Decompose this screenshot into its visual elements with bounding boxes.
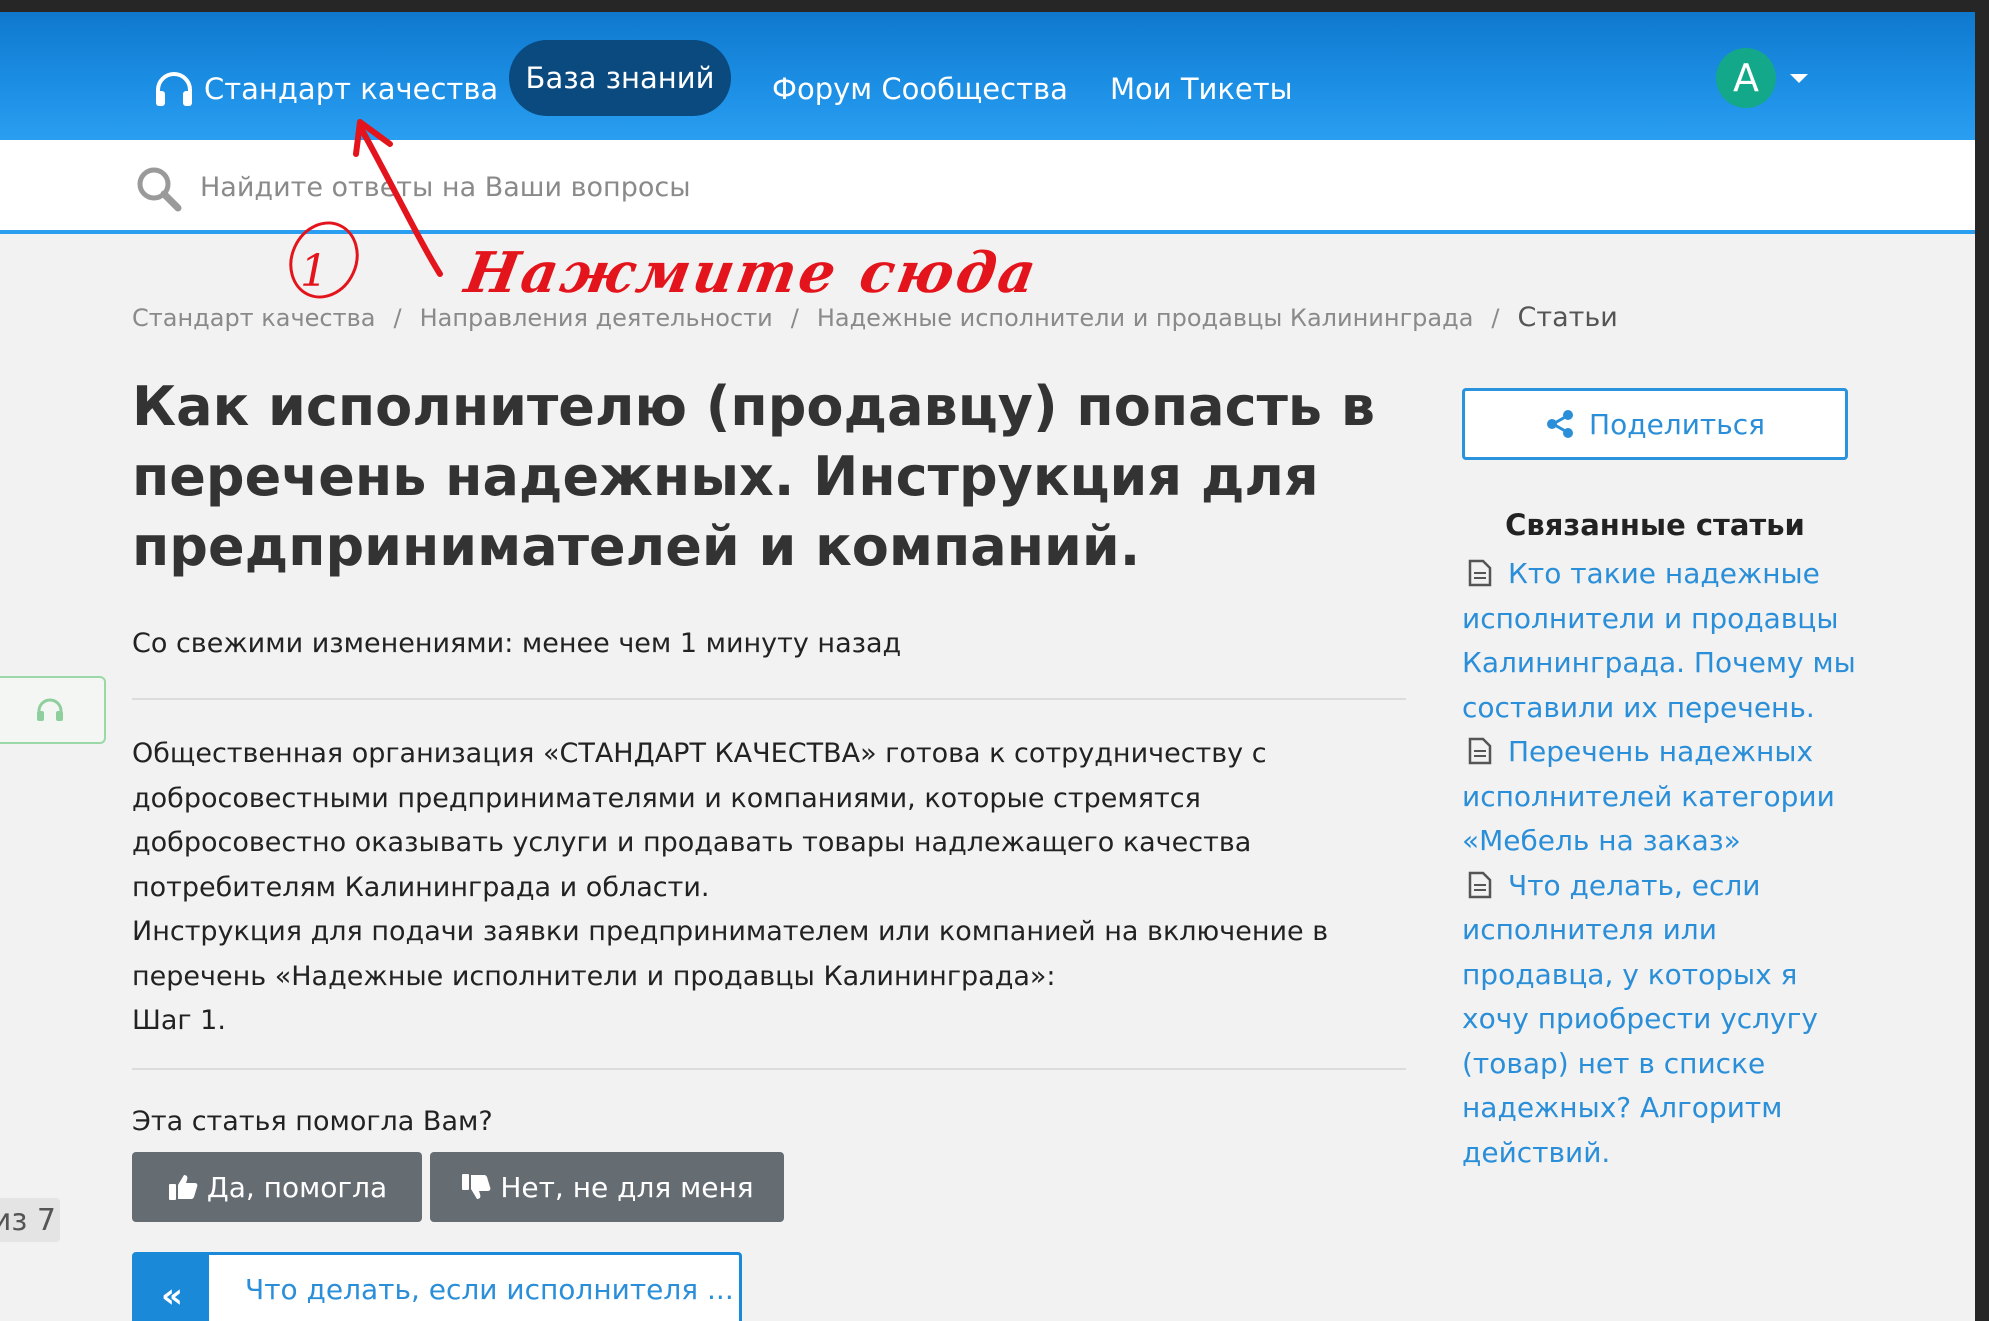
article-title: Как исполнителю (продавцу) попасть в пер… [132, 375, 1376, 578]
related-articles-list: Кто такие надежные исполнители и продавц… [1462, 552, 1862, 1175]
headset-icon [37, 698, 63, 721]
annotation-text: Нажмите сюда [460, 240, 1044, 306]
related-articles-heading: Связанные статьи [1505, 508, 1805, 542]
share-button[interactable]: Поделиться [1462, 388, 1848, 460]
breadcrumb-separator: / [393, 303, 402, 332]
help-widget[interactable] [0, 676, 106, 744]
caret-down-icon[interactable] [1790, 74, 1808, 83]
double-chevron-left-icon: « [135, 1255, 209, 1321]
nav-knowledge-base[interactable]: База знаний [509, 40, 731, 116]
article-paragraph: Инструкция для подачи заявки предпринима… [132, 916, 1329, 992]
avatar[interactable]: A [1716, 48, 1776, 108]
article-updated: Со свежими изменениями: менее чем 1 мину… [132, 628, 902, 659]
page-counter: из 7 [0, 1198, 60, 1242]
screenshot: Стандарт качества База знаний Форум Сооб… [0, 12, 1989, 1321]
headset-icon [156, 72, 192, 106]
divider [132, 698, 1406, 700]
nav-community-forum[interactable]: Форум Сообщества [772, 54, 1068, 124]
top-navigation: Стандарт качества База знаний Форум Сооб… [0, 12, 1989, 140]
breadcrumb-separator: / [790, 303, 799, 332]
nav-my-tickets[interactable]: Мои Тикеты [1110, 54, 1293, 124]
annotation-number: 1 [300, 246, 328, 297]
related-article-item[interactable]: Перечень надежных исполнителей категории… [1462, 730, 1862, 864]
related-article-label: Перечень надежных исполнителей категории… [1462, 735, 1835, 857]
helpful-yes-label: Да, помогла [206, 1170, 388, 1204]
share-icon [1547, 410, 1574, 438]
thumbs-up-icon [168, 1175, 198, 1200]
article-paragraph: Общественная организация «СТАНДАРТ КАЧЕС… [132, 738, 1267, 903]
previous-article-label: Что делать, если исполнителя ... [245, 1273, 734, 1306]
divider [132, 1068, 1406, 1070]
search-icon[interactable] [134, 164, 184, 214]
breadcrumb: Стандарт качества / Направления деятельн… [132, 302, 1618, 333]
breadcrumb-item-reliable[interactable]: Надежные исполнители и продавцы Калининг… [817, 304, 1474, 332]
helpful-question: Эта статья помогла Вам? [132, 1106, 493, 1137]
thumbs-down-icon [462, 1174, 491, 1199]
related-article-item[interactable]: Кто такие надежные исполнители и продавц… [1462, 552, 1862, 730]
brand-link[interactable]: Стандарт качества [154, 54, 498, 124]
related-article-label: Кто такие надежные исполнители и продавц… [1462, 557, 1856, 724]
helpful-no-button[interactable]: Нет, не для меня [430, 1152, 784, 1222]
screen-edge [1975, 0, 1989, 1321]
related-article-label: Что делать, если исполнителя или продавц… [1462, 868, 1818, 1169]
breadcrumb-separator: / [1491, 303, 1500, 332]
related-article-item[interactable]: Что делать, если исполнителя или продавц… [1462, 864, 1862, 1176]
article-body: Общественная организация «СТАНДАРТ КАЧЕС… [132, 732, 1422, 1044]
helpful-no-label: Нет, не для меня [500, 1170, 754, 1204]
breadcrumb-item-home[interactable]: Стандарт качества [132, 304, 375, 332]
brand-label: Стандарт качества [204, 72, 499, 106]
document-icon [1468, 871, 1492, 898]
search-input[interactable] [200, 160, 1820, 214]
search-bar [0, 140, 1989, 234]
helpful-yes-button[interactable]: Да, помогла [132, 1152, 422, 1222]
breadcrumb-item-activities[interactable]: Направления деятельности [420, 304, 773, 332]
breadcrumb-current: Статьи [1517, 302, 1618, 333]
article-paragraph: Шаг 1. [132, 1005, 226, 1036]
document-icon [1468, 559, 1492, 587]
share-label: Поделиться [1589, 407, 1765, 441]
document-icon [1468, 737, 1492, 765]
previous-article-link[interactable]: « Что делать, если исполнителя ... [132, 1252, 742, 1321]
